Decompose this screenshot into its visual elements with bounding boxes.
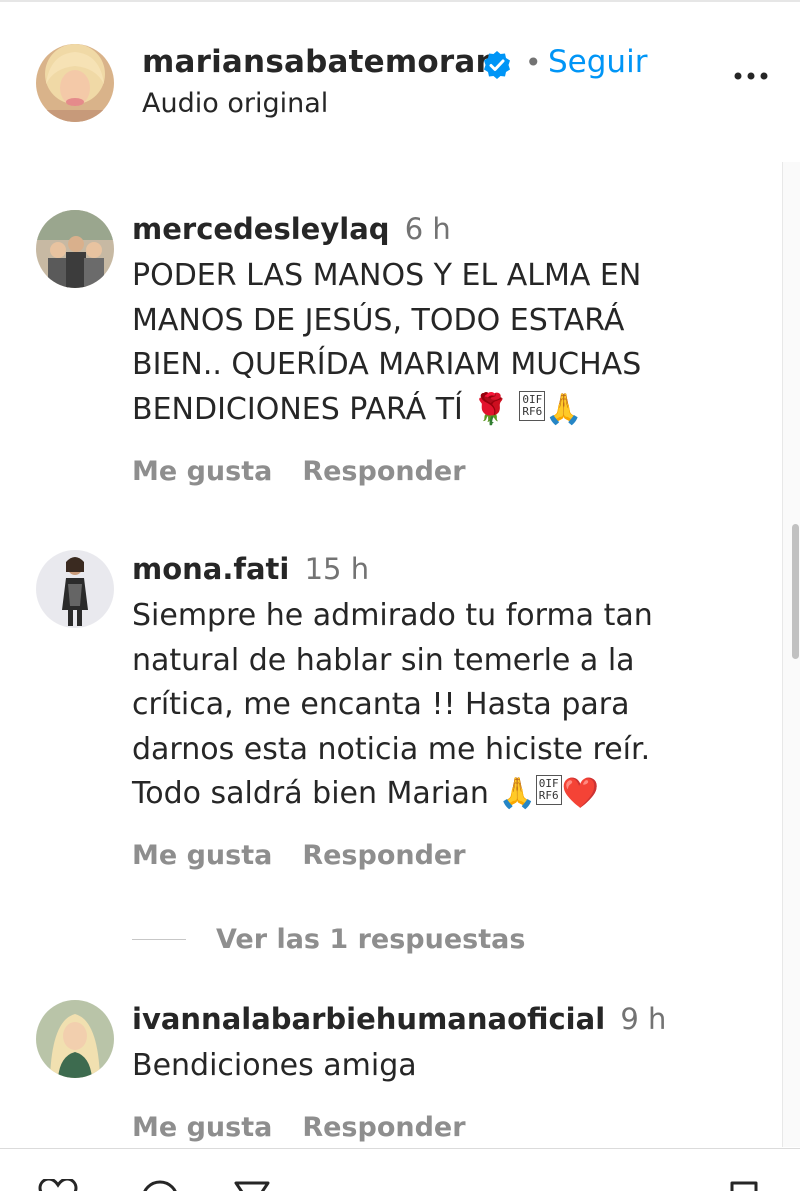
- share-icon[interactable]: [232, 1179, 272, 1191]
- comment-time[interactable]: 15 h: [305, 552, 370, 586]
- comment-line: MANOS DE JESÚS, TODO ESTARÁ: [132, 302, 625, 338]
- verified-badge-icon: [484, 51, 510, 79]
- comment-time[interactable]: 9 h: [620, 1002, 666, 1036]
- comment-text: Siempre he admirado tu forma tan natural…: [132, 594, 722, 817]
- comment-line-text: BENDICIONES PARÁ TÍ: [132, 391, 463, 427]
- missing-glyph-icon: 0IF RF6: [535, 775, 562, 805]
- comment-line: crítica, me encanta !! Hasta para: [132, 687, 630, 722]
- heart-icon[interactable]: [38, 1177, 78, 1191]
- praying-hands-emoji: 🙏: [498, 776, 536, 811]
- comment-line: BENDICIONES PARÁ TÍ 🌹 0IF RF6 🙏: [132, 388, 722, 433]
- like-comment-button[interactable]: Me gusta: [132, 456, 272, 487]
- comments-panel: mariansabatemoran • Seguir Audio origina…: [0, 0, 800, 1191]
- comment-line: Todo saldrá bien Marian 🙏 0IF RF6 ❤️: [132, 772, 722, 817]
- post-action-bar: [0, 1148, 800, 1191]
- view-replies-button[interactable]: Ver las 1 respuestas: [216, 924, 525, 955]
- comment-username[interactable]: mercedesleylaq: [132, 212, 390, 246]
- follow-button[interactable]: Seguir: [548, 44, 647, 80]
- reply-button[interactable]: Responder: [302, 1112, 465, 1143]
- comment-username[interactable]: ivannalabarbiehumanaoficial: [132, 1002, 605, 1036]
- like-comment-button[interactable]: Me gusta: [132, 840, 272, 871]
- comment-actions: Me gusta Responder: [132, 456, 466, 487]
- comment-header: mercedesleylaq 6 h: [132, 212, 451, 246]
- post-header: mariansabatemoran • Seguir Audio origina…: [0, 2, 800, 162]
- bookmark-icon[interactable]: [724, 1179, 764, 1191]
- comment-actions: Me gusta Responder: [132, 840, 466, 871]
- more-options-icon[interactable]: [726, 64, 776, 88]
- comment-text: PODER LAS MANOS Y EL ALMA EN MANOS DE JE…: [132, 254, 722, 432]
- comment-text: Bendiciones amiga: [132, 1044, 722, 1089]
- comment-header: mona.fati 15 h: [132, 552, 369, 586]
- owner-username[interactable]: mariansabatemoran: [142, 44, 498, 80]
- scrollbar[interactable]: [782, 162, 800, 1147]
- divider-line: [132, 938, 186, 940]
- like-comment-button[interactable]: Me gusta: [132, 1112, 272, 1143]
- scrollbar-thumb[interactable]: [792, 524, 799, 659]
- comment-line: BIEN.. QUERÍDA MARIAM MUCHAS: [132, 347, 642, 382]
- reply-button[interactable]: Responder: [302, 456, 465, 487]
- reply-button[interactable]: Responder: [302, 840, 465, 871]
- comment-item: ivannalabarbiehumanaoficial 9 h Bendicio…: [0, 1000, 780, 1150]
- comment-actions: Me gusta Responder: [132, 1112, 466, 1143]
- separator-dot: •: [525, 46, 542, 79]
- comment-line: natural de hablar sin temerle a la: [132, 642, 635, 678]
- comment-line: Bendiciones amiga: [132, 1048, 417, 1083]
- audio-label[interactable]: Audio original: [142, 88, 328, 119]
- missing-glyph-icon: 0IF RF6: [519, 390, 546, 421]
- comment-item: mercedesleylaq 6 h PODER LAS MANOS Y EL …: [0, 210, 780, 500]
- owner-avatar[interactable]: [36, 44, 114, 122]
- avatar[interactable]: [36, 210, 114, 288]
- rose-emoji: 🌹: [472, 391, 510, 427]
- avatar[interactable]: [36, 1000, 114, 1078]
- comment-line: Siempre he admirado tu forma tan: [132, 598, 653, 633]
- comment-item: mona.fati 15 h Siempre he admirado tu fo…: [0, 550, 780, 880]
- avatar[interactable]: [36, 550, 114, 628]
- comment-icon[interactable]: [140, 1179, 180, 1191]
- comment-username[interactable]: mona.fati: [132, 552, 289, 586]
- comment-line-text: Todo saldrá bien Marian: [132, 776, 489, 811]
- heart-emoji: ❤️: [561, 776, 600, 811]
- comment-header: ivannalabarbiehumanaoficial 9 h: [132, 1002, 666, 1036]
- comment-line: darnos esta noticia me hiciste reír.: [132, 731, 651, 767]
- view-replies: Ver las 1 respuestas: [132, 922, 525, 956]
- comment-line: PODER LAS MANOS Y EL ALMA EN: [132, 258, 642, 293]
- praying-hands-emoji: 🙏: [545, 391, 583, 427]
- comment-time[interactable]: 6 h: [405, 212, 451, 246]
